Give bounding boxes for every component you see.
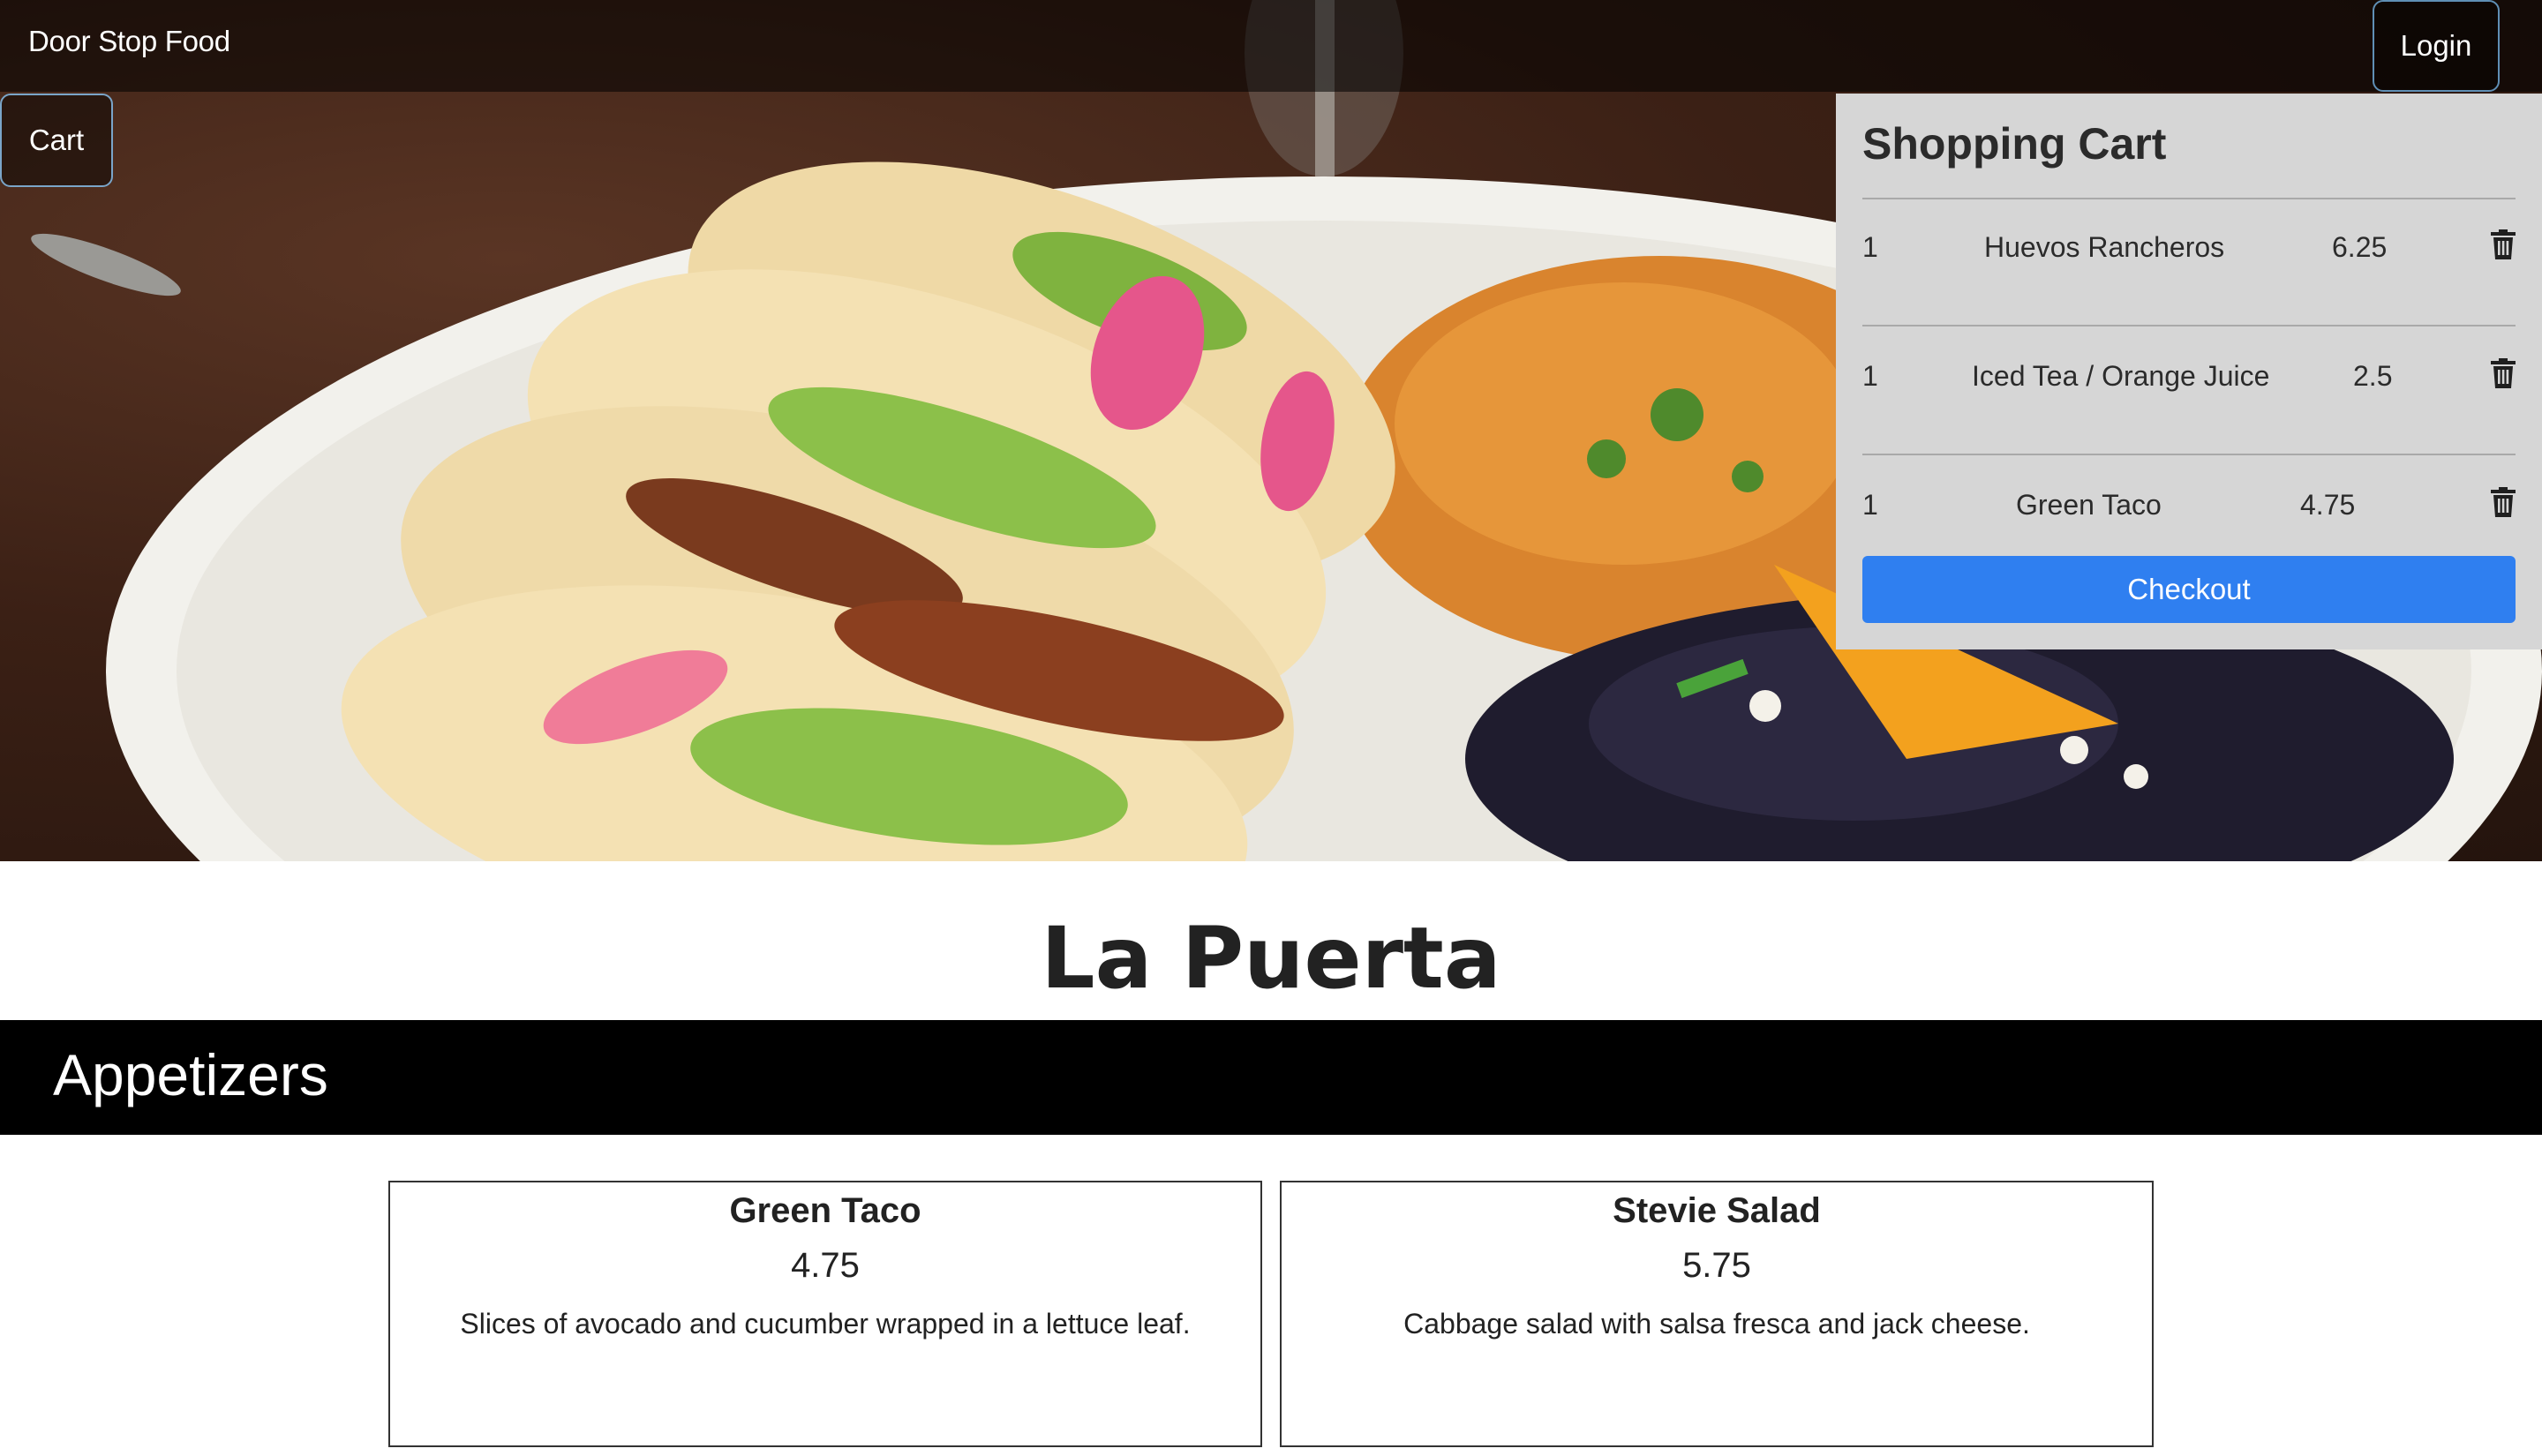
cart-item-price: 4.75 bbox=[2300, 489, 2356, 521]
menu-section-header: Appetizers bbox=[0, 1020, 2542, 1135]
trash-icon[interactable] bbox=[2491, 358, 2516, 388]
brand-logo-text[interactable]: Door Stop Food bbox=[28, 25, 230, 58]
cart-button[interactable]: Cart bbox=[0, 94, 113, 187]
menu-item-description: Cabbage salad with salsa fresca and jack… bbox=[1403, 1308, 2030, 1340]
trash-icon[interactable] bbox=[2491, 229, 2516, 259]
cart-item-name: Iced Tea / Orange Juice bbox=[1972, 360, 2270, 392]
menu-item-name: Stevie Salad bbox=[1613, 1191, 1821, 1230]
menu-item-description: Slices of avocado and cucumber wrapped i… bbox=[460, 1308, 1191, 1340]
cart-divider bbox=[1862, 198, 2516, 199]
shopping-cart-panel: Shopping Cart 1 Huevos Rancheros 6.25 1 … bbox=[1836, 94, 2542, 649]
menu-item-price: 5.75 bbox=[1682, 1246, 1751, 1285]
menu-item-name: Green Taco bbox=[729, 1191, 921, 1230]
cart-item: 1 Iced Tea / Orange Juice 2.5 bbox=[1862, 351, 2516, 404]
restaurant-title: La Puerta bbox=[1041, 909, 1501, 1008]
cart-divider bbox=[1862, 454, 2516, 455]
login-button[interactable]: Login bbox=[2373, 0, 2500, 92]
cart-item-qty: 1 bbox=[1862, 489, 1878, 521]
menu-item-card[interactable]: Stevie Salad 5.75 Cabbage salad with sal… bbox=[1280, 1181, 2154, 1447]
cart-item-qty: 1 bbox=[1862, 360, 1878, 392]
cart-item-qty: 1 bbox=[1862, 231, 1878, 263]
cart-item: 1 Huevos Rancheros 6.25 bbox=[1862, 222, 2516, 275]
cart-item-price: 6.25 bbox=[2332, 231, 2388, 263]
hero-banner: Door Stop Food Login Cart Shopping Cart … bbox=[0, 0, 2542, 861]
section-title: Appetizers bbox=[53, 1042, 328, 1107]
menu-item-price: 4.75 bbox=[791, 1246, 860, 1285]
cart-divider bbox=[1862, 325, 2516, 326]
top-navbar: Door Stop Food Login bbox=[0, 0, 2542, 92]
cart-title: Shopping Cart bbox=[1862, 119, 2167, 169]
cart-item-name: Huevos Rancheros bbox=[1984, 231, 2225, 263]
menu-item-card[interactable]: Green Taco 4.75 Slices of avocado and cu… bbox=[388, 1181, 1262, 1447]
cart-item: 1 Green Taco 4.75 bbox=[1862, 480, 2516, 533]
cart-item-price: 2.5 bbox=[2353, 360, 2393, 392]
checkout-button[interactable]: Checkout bbox=[1862, 556, 2516, 623]
trash-icon[interactable] bbox=[2491, 487, 2516, 517]
cart-item-name: Green Taco bbox=[2016, 489, 2162, 521]
